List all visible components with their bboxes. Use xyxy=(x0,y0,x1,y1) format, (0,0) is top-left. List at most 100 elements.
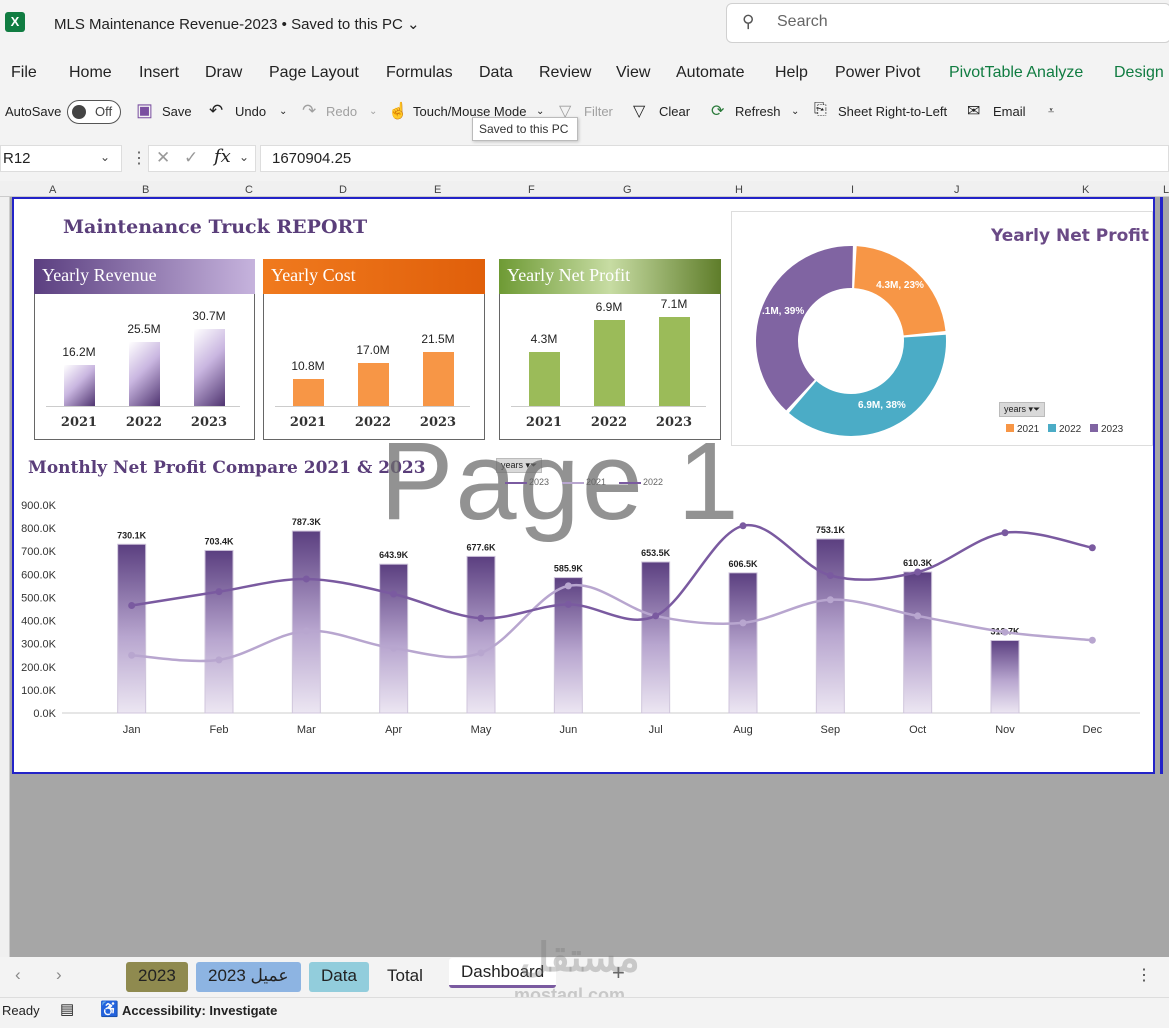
menu-design[interactable]: Design xyxy=(1114,64,1164,82)
prev-sheet-icon[interactable]: ‹ xyxy=(15,965,21,985)
sheet-tab-data[interactable]: Data xyxy=(309,962,369,992)
row-header xyxy=(0,197,10,957)
clear-button[interactable]: Clear xyxy=(659,104,690,119)
column-h[interactable]: H xyxy=(735,184,743,196)
mini-bar xyxy=(594,319,625,406)
macro-recording-icon[interactable]: ▤ xyxy=(60,1000,74,1018)
line-point-2021 xyxy=(128,651,136,659)
menu-insert[interactable]: Insert xyxy=(139,64,179,82)
bar-data-label: 653.5K xyxy=(641,548,671,558)
menu-pivottable-analyze[interactable]: PivotTable Analyze xyxy=(949,64,1083,82)
email-button[interactable]: Email xyxy=(993,104,1026,119)
sheet-tab-total[interactable]: Total xyxy=(375,962,435,992)
menu-power-pivot[interactable]: Power Pivot xyxy=(835,64,920,82)
years-filter-button[interactable]: years ▾⏷ xyxy=(999,402,1046,417)
more-options-icon[interactable]: ⋮ xyxy=(1136,965,1152,985)
status-ready: Ready xyxy=(2,1003,40,1018)
column-header xyxy=(0,181,1169,197)
redo-dropdown-icon[interactable]: ⌄ xyxy=(369,106,377,117)
menu-page-layout[interactable]: Page Layout xyxy=(269,64,359,82)
chevron-down-icon[interactable]: ⌄ xyxy=(239,150,249,164)
x-tick-label: May xyxy=(471,724,492,736)
mini-bar xyxy=(194,329,225,406)
redo-icon: ↷ xyxy=(302,101,317,120)
redo-button[interactable]: Redo xyxy=(326,104,357,119)
column-i[interactable]: I xyxy=(851,184,854,196)
mini-bar xyxy=(529,352,560,406)
column-j[interactable]: J xyxy=(954,184,960,196)
menu-file[interactable]: File xyxy=(11,64,37,82)
line-point-2022 xyxy=(215,588,223,596)
donut-data-label: 7.1M, 39% xyxy=(756,306,805,318)
bar-data-label: 610.3K xyxy=(903,558,933,568)
menu-home[interactable]: Home xyxy=(69,64,112,82)
filter-button[interactable]: Filter xyxy=(584,104,613,119)
menu-help[interactable]: Help xyxy=(775,64,808,82)
insert-function-icon[interactable]: fx xyxy=(214,146,231,167)
column-l[interactable]: L xyxy=(1163,184,1169,196)
legend-label: 2023 xyxy=(529,477,550,487)
formula-input[interactable] xyxy=(260,145,1169,172)
undo-button[interactable]: Undo xyxy=(235,104,266,119)
donut-slice-2023 xyxy=(756,246,853,411)
autosave-state: Off xyxy=(95,104,113,119)
bar-data-label: 606.5K xyxy=(728,559,758,569)
refresh-button[interactable]: Refresh xyxy=(735,104,781,119)
legend-line xyxy=(562,481,584,484)
clear-filter-icon: ▽ xyxy=(633,103,646,120)
legend-item-2023: 2023 xyxy=(1090,424,1123,435)
menu-data[interactable]: Data xyxy=(479,64,513,82)
mini-bar xyxy=(64,365,95,406)
search-placeholder: Search xyxy=(777,13,828,30)
customize-toolbar-icon[interactable]: ⩡ xyxy=(1048,105,1054,118)
mini-bar xyxy=(293,378,324,406)
chevron-down-icon[interactable]: ⌄ xyxy=(100,150,110,164)
undo-dropdown-icon[interactable]: ⌄ xyxy=(279,106,287,117)
more-options-icon[interactable]: ⋮ xyxy=(131,148,147,168)
column-e[interactable]: E xyxy=(434,184,441,196)
menu-view[interactable]: View xyxy=(616,64,650,82)
line-point-2022 xyxy=(390,590,398,598)
touch-mode-dropdown-icon[interactable]: ⌄ xyxy=(536,106,544,117)
mini-bar-label: 25.5M xyxy=(127,322,161,337)
line-point-2022 xyxy=(477,614,485,622)
sheet-rtl-icon: ⎘ xyxy=(814,101,827,118)
line-point-2021 xyxy=(739,619,747,627)
sheet-tab-client-2023[interactable]: عميل 2023 xyxy=(196,962,301,992)
mini-bar-label: 4.3M xyxy=(530,332,558,347)
menu-automate[interactable]: Automate xyxy=(676,64,744,82)
x-tick-label: Jun xyxy=(559,724,577,736)
bar-May xyxy=(466,555,496,714)
menu-formulas[interactable]: Formulas xyxy=(386,64,453,82)
next-sheet-icon[interactable]: › xyxy=(56,965,62,985)
accessibility-status[interactable]: Accessibility: Investigate xyxy=(122,1003,277,1018)
column-a[interactable]: A xyxy=(49,184,56,196)
bar-Oct xyxy=(903,571,933,714)
document-title[interactable]: MLS Maintenance Revenue-2023 • Saved to … xyxy=(54,15,420,33)
accessibility-icon: ♿ xyxy=(100,1001,119,1018)
column-b[interactable]: B xyxy=(142,184,149,196)
mini-year-label: 2023 xyxy=(655,415,693,430)
yearly-revenue-title: Yearly Revenue xyxy=(34,259,255,294)
bar-data-label: 730.1K xyxy=(117,530,147,540)
mini-bar-label: 30.7M xyxy=(192,309,226,323)
donut-chart[interactable] xyxy=(740,236,960,451)
sheet-rtl-button[interactable]: Sheet Right-to-Left xyxy=(838,104,947,119)
column-d[interactable]: D xyxy=(339,184,347,196)
refresh-dropdown-icon[interactable]: ⌄ xyxy=(791,106,799,117)
y-tick-label: 500.0K xyxy=(21,592,57,604)
column-k[interactable]: K xyxy=(1082,184,1089,196)
watermark-logo: مستقل xyxy=(520,936,640,980)
confirm-icon[interactable]: ✓ xyxy=(184,148,198,168)
cancel-icon[interactable]: ✕ xyxy=(156,148,170,168)
column-c[interactable]: C xyxy=(245,184,253,196)
legend-swatch xyxy=(1048,424,1056,432)
column-f[interactable]: F xyxy=(528,184,535,196)
menu-review[interactable]: Review xyxy=(539,64,591,82)
column-g[interactable]: G xyxy=(623,184,632,196)
save-button[interactable]: Save xyxy=(162,104,192,119)
menu-draw[interactable]: Draw xyxy=(205,64,242,82)
mini-year-label: 2023 xyxy=(419,415,457,430)
legend-label: 2021 xyxy=(1017,424,1040,435)
sheet-tab-2023[interactable]: 2023 xyxy=(126,962,188,992)
